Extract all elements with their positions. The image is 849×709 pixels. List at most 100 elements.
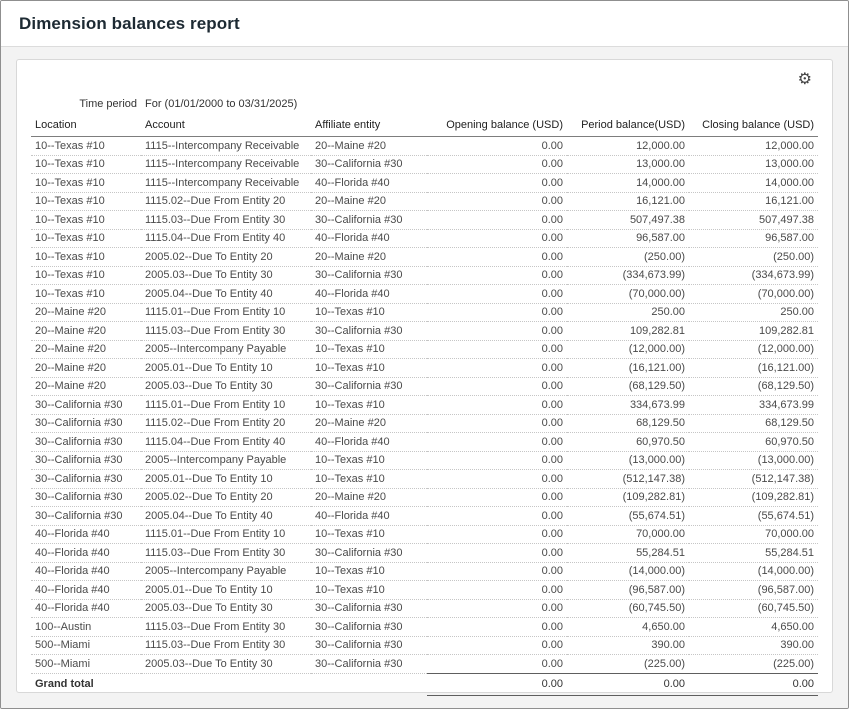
- cell-location: 30--California #30: [31, 488, 141, 507]
- cell-period-balance[interactable]: 250.00: [567, 303, 689, 322]
- cell-period-balance[interactable]: (250.00): [567, 248, 689, 267]
- cell-closing-balance: (60,745.50): [689, 599, 818, 618]
- cell-period-balance[interactable]: 70,000.00: [567, 525, 689, 544]
- cell-affiliate-entity: 30--California #30: [311, 618, 427, 637]
- cell-opening-balance: 0.00: [427, 359, 567, 378]
- cell-period-balance[interactable]: (225.00): [567, 655, 689, 674]
- cell-closing-balance: 60,970.50: [689, 433, 818, 452]
- cell-closing-balance: (250.00): [689, 248, 818, 267]
- cell-affiliate-entity: 40--Florida #40: [311, 285, 427, 304]
- cell-period-balance[interactable]: (70,000.00): [567, 285, 689, 304]
- cell-account: 2005.01--Due To Entity 10: [141, 470, 311, 489]
- cell-period-balance[interactable]: 55,284.51: [567, 544, 689, 563]
- cell-period-balance[interactable]: (13,000.00): [567, 451, 689, 470]
- cell-opening-balance: 0.00: [427, 470, 567, 489]
- cell-location: 30--California #30: [31, 507, 141, 526]
- cell-location: 20--Maine #20: [31, 340, 141, 359]
- cell-affiliate-entity: 30--California #30: [311, 377, 427, 396]
- cell-period-balance[interactable]: 60,970.50: [567, 433, 689, 452]
- cell-opening-balance: 0.00: [427, 303, 567, 322]
- table-row: 20--Maine #202005--Intercompany Payable1…: [31, 340, 818, 359]
- cell-location: 40--Florida #40: [31, 562, 141, 581]
- cell-period-balance[interactable]: 68,129.50: [567, 414, 689, 433]
- cell-affiliate-entity: 10--Texas #10: [311, 396, 427, 415]
- cell-period-balance[interactable]: (96,587.00): [567, 581, 689, 600]
- cell-period-balance[interactable]: (16,121.00): [567, 359, 689, 378]
- cell-account: 1115.03--Due From Entity 30: [141, 618, 311, 637]
- cell-account: 1115--Intercompany Receivable: [141, 137, 311, 156]
- cell-opening-balance: 0.00: [427, 377, 567, 396]
- grand-total-spacer-account: [141, 673, 311, 695]
- table-header-row: Location Account Affiliate entity Openin…: [31, 116, 818, 137]
- cell-period-balance[interactable]: (68,129.50): [567, 377, 689, 396]
- cell-period-balance[interactable]: 390.00: [567, 636, 689, 655]
- cell-location: 10--Texas #10: [31, 248, 141, 267]
- column-header-closing-balance: Closing balance (USD): [689, 116, 818, 137]
- cell-account: 1115.02--Due From Entity 20: [141, 192, 311, 211]
- cell-location: 40--Florida #40: [31, 544, 141, 563]
- table-row: 30--California #301115.01--Due From Enti…: [31, 396, 818, 415]
- cell-opening-balance: 0.00: [427, 599, 567, 618]
- cell-period-balance[interactable]: (512,147.38): [567, 470, 689, 489]
- cell-period-balance[interactable]: (12,000.00): [567, 340, 689, 359]
- cell-account: 2005.03--Due To Entity 30: [141, 266, 311, 285]
- cell-period-balance[interactable]: 13,000.00: [567, 155, 689, 174]
- time-period-row: Time period For (01/01/2000 to 03/31/202…: [31, 94, 818, 116]
- table-row: 40--Florida #402005.03--Due To Entity 30…: [31, 599, 818, 618]
- cell-opening-balance: 0.00: [427, 285, 567, 304]
- cell-affiliate-entity: 30--California #30: [311, 266, 427, 285]
- grand-total-period-balance: 0.00: [567, 673, 689, 695]
- table-row: 500--Miami2005.03--Due To Entity 3030--C…: [31, 655, 818, 674]
- cell-period-balance[interactable]: 109,282.81: [567, 322, 689, 341]
- cell-period-balance[interactable]: (109,282.81): [567, 488, 689, 507]
- cell-location: 10--Texas #10: [31, 211, 141, 230]
- cell-affiliate-entity: 30--California #30: [311, 636, 427, 655]
- cell-affiliate-entity: 40--Florida #40: [311, 174, 427, 193]
- cell-closing-balance: (70,000.00): [689, 285, 818, 304]
- cell-period-balance[interactable]: 14,000.00: [567, 174, 689, 193]
- cell-closing-balance: 96,587.00: [689, 229, 818, 248]
- cell-period-balance[interactable]: 12,000.00: [567, 137, 689, 156]
- cell-affiliate-entity: 30--California #30: [311, 155, 427, 174]
- cell-period-balance[interactable]: 96,587.00: [567, 229, 689, 248]
- cell-affiliate-entity: 30--California #30: [311, 544, 427, 563]
- cell-affiliate-entity: 20--Maine #20: [311, 192, 427, 211]
- cell-period-balance[interactable]: (14,000.00): [567, 562, 689, 581]
- cell-opening-balance: 0.00: [427, 581, 567, 600]
- cell-account: 1115.03--Due From Entity 30: [141, 322, 311, 341]
- cell-location: 10--Texas #10: [31, 155, 141, 174]
- gear-icon: ⚙: [798, 71, 812, 88]
- cell-account: 1115.03--Due From Entity 30: [141, 544, 311, 563]
- cell-location: 10--Texas #10: [31, 192, 141, 211]
- table-row: 30--California #301115.04--Due From Enti…: [31, 433, 818, 452]
- cell-account: 2005.02--Due To Entity 20: [141, 248, 311, 267]
- cell-account: 2005--Intercompany Payable: [141, 562, 311, 581]
- table-row: 20--Maine #201115.03--Due From Entity 30…: [31, 322, 818, 341]
- cell-period-balance[interactable]: 4,650.00: [567, 618, 689, 637]
- cell-closing-balance: 12,000.00: [689, 137, 818, 156]
- cell-account: 1115.02--Due From Entity 20: [141, 414, 311, 433]
- cell-location: 10--Texas #10: [31, 229, 141, 248]
- settings-gear-button[interactable]: ⚙: [794, 70, 816, 90]
- cell-closing-balance: (334,673.99): [689, 266, 818, 285]
- cell-opening-balance: 0.00: [427, 137, 567, 156]
- cell-opening-balance: 0.00: [427, 174, 567, 193]
- cell-account: 2005.01--Due To Entity 10: [141, 359, 311, 378]
- cell-period-balance[interactable]: 507,497.38: [567, 211, 689, 230]
- cell-location: 30--California #30: [31, 470, 141, 489]
- cell-affiliate-entity: 20--Maine #20: [311, 414, 427, 433]
- cell-period-balance[interactable]: (60,745.50): [567, 599, 689, 618]
- cell-period-balance[interactable]: 334,673.99: [567, 396, 689, 415]
- cell-opening-balance: 0.00: [427, 340, 567, 359]
- cell-period-balance[interactable]: (55,674.51): [567, 507, 689, 526]
- cell-period-balance[interactable]: 16,121.00: [567, 192, 689, 211]
- table-row: 30--California #302005.02--Due To Entity…: [31, 488, 818, 507]
- cell-affiliate-entity: 10--Texas #10: [311, 340, 427, 359]
- cell-account: 1115.03--Due From Entity 30: [141, 211, 311, 230]
- cell-period-balance[interactable]: (334,673.99): [567, 266, 689, 285]
- table-row: 40--Florida #401115.01--Due From Entity …: [31, 525, 818, 544]
- cell-location: 10--Texas #10: [31, 285, 141, 304]
- grand-total-spacer-affiliate: [311, 673, 427, 695]
- cell-closing-balance: 109,282.81: [689, 322, 818, 341]
- cell-closing-balance: (109,282.81): [689, 488, 818, 507]
